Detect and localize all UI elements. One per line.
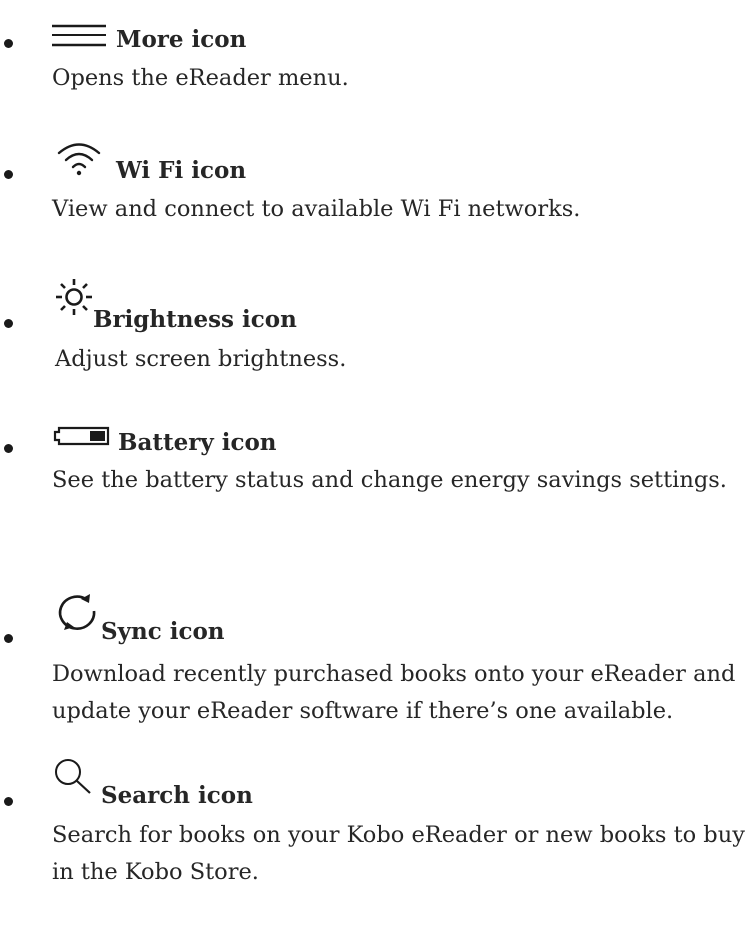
item-title: More icon <box>116 26 247 53</box>
more-icon <box>52 24 106 48</box>
sync-icon <box>54 593 100 633</box>
item-description: Download recently purchased books onto y… <box>52 661 736 724</box>
brightness-icon <box>54 277 94 317</box>
bullet <box>4 797 13 806</box>
item-title: Battery icon <box>118 429 277 456</box>
bullet <box>4 39 13 48</box>
item-title: Sync icon <box>101 618 225 645</box>
battery-icon <box>53 424 111 448</box>
item-description: See the battery status and change energy… <box>52 467 727 493</box>
search-icon <box>52 756 96 796</box>
item-description: Search for books on your Kobo eReader or… <box>52 822 745 885</box>
wifi-icon <box>57 140 101 176</box>
item-description: View and connect to available Wi Fi netw… <box>52 196 581 222</box>
item-title: Wi Fi icon <box>116 157 247 184</box>
item-description: Adjust screen brightness. <box>55 346 347 372</box>
bullet <box>4 444 13 453</box>
bullet <box>4 319 13 328</box>
bullet <box>4 634 13 643</box>
item-title: Brightness icon <box>93 306 297 333</box>
item-description: Opens the eReader menu. <box>52 65 349 91</box>
item-title: Search icon <box>101 782 253 809</box>
bullet <box>4 170 13 179</box>
